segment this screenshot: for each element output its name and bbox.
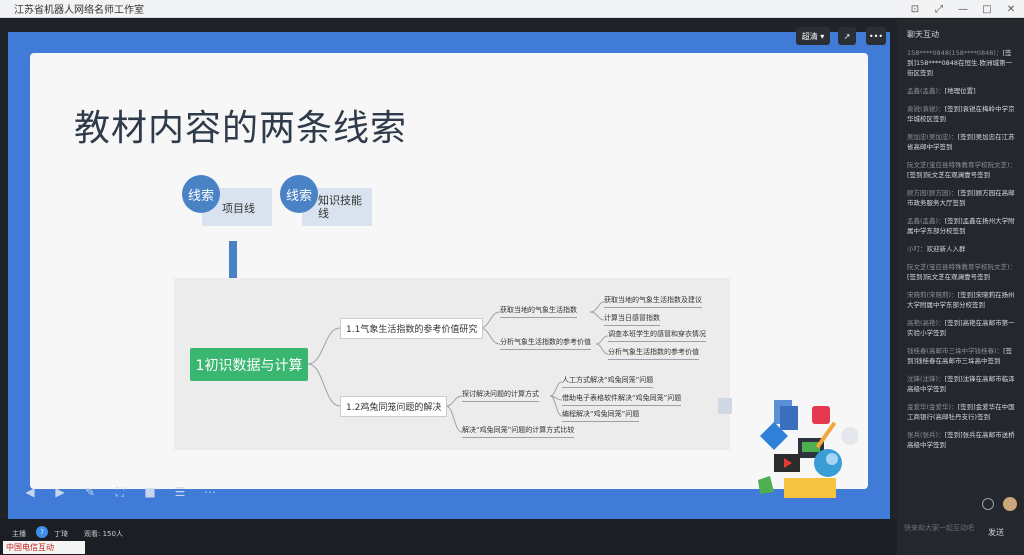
share-icon: ↗ — [843, 31, 851, 41]
branch-weather: 1.1气象生活指数的参考价值研究 — [340, 318, 484, 339]
chat-message: 孟鑫(孟鑫)：[地理位置] — [907, 86, 1018, 96]
share-button[interactable]: ↗ — [838, 27, 856, 45]
chat-input[interactable]: 快来和大家一起互动吧 — [904, 523, 974, 533]
quality-selector[interactable]: 超清 ▾ — [796, 27, 830, 45]
chat-message: 金爱华(金爱华)：[签到]金爱华在中国工商银行(高邮牡丹支行)签到 — [907, 402, 1018, 422]
branch-chicken-rabbit: 1.2鸡兔同笼问题的解决 — [340, 396, 448, 417]
window-titlebar: 江苏省机器人网络名师工作室 ⊡ ⤢ — □ ✕ — [0, 0, 1024, 18]
sub-get-index: 获取当地的气象生活指数 — [500, 305, 577, 318]
circle-label: 线索 — [285, 188, 312, 204]
maximize-button[interactable]: □ — [980, 4, 994, 15]
chat-user: 阮文芝(宝应县特殊教育学校阮文芝)： — [907, 161, 1017, 169]
chat-user: 高艳(高艳)： — [907, 319, 945, 327]
chat-user: 孟鑫(孟鑫)： — [907, 217, 945, 225]
player-dock: ◀ ▶ ✎ ⛶ ■ ☰ ⋯ — [22, 482, 218, 502]
play-icon[interactable]: ▶ — [52, 484, 68, 500]
chat-message: 吴加忠(吴加忠)：[签到]吴加忠在江苏省高邮中学签到 — [907, 132, 1018, 152]
bottom-bar — [0, 519, 897, 555]
sub-compare-methods: 解决“鸡兔同笼”问题的计算方式比较 — [462, 425, 575, 438]
sub-analyze-index: 分析气象生活指数的参考价值 — [500, 337, 591, 350]
chat-user: 阮文芝(宝应县特殊教育学校阮文芝)： — [907, 263, 1017, 271]
viewer-count: 观看: 150人 — [84, 530, 123, 538]
more-button[interactable]: ••• — [866, 27, 886, 45]
chat-text: [地理位置] — [944, 87, 976, 95]
logo-text: 中国电信互动 — [6, 543, 54, 552]
mind-map-root: 1初识数据与计算 — [190, 348, 308, 381]
chat-message: 宋晓莉(宋晓莉)：[签到]宋晓莉在扬州大学附属中学东部分校签到 — [907, 290, 1018, 310]
emoji-icon[interactable] — [982, 498, 994, 510]
chat-message: 阮文芝(宝应县特殊教育学校阮文芝)： [签到]阮文芝在观澜壹号签到 — [907, 160, 1018, 180]
chat-user: 沈锋(沈锋)： — [907, 375, 945, 383]
leaf-analyze-value: 分析气象生活指数的参考价值 — [608, 347, 699, 360]
pen-icon[interactable]: ✎ — [82, 484, 98, 500]
chat-message: 顾方园(顾方园)：[签到]顾方园在高邮市政务服务大厅签到 — [907, 188, 1018, 208]
leaf-manual: 人工方式解决“鸡兔同笼”问题 — [562, 375, 654, 388]
taskbar-logo: 中国电信互动 — [3, 541, 85, 554]
window-title: 江苏省机器人网络名师工作室 — [14, 5, 144, 16]
more-options-icon[interactable]: ⋯ — [202, 484, 218, 500]
window-controls: ⊡ ⤢ — □ ✕ — [908, 0, 1018, 18]
host-label: 主播 — [12, 530, 26, 538]
leaf-survey: 调查本班学生的感冒和穿衣情况 — [608, 329, 706, 342]
chat-user: 袁锐(袁锐)： — [907, 105, 945, 113]
host-avatar: 7 — [36, 526, 48, 538]
chat-message: 沈锋(沈锋)：[签到]沈锋在高邮市临泽高级中学签到 — [907, 374, 1018, 394]
card-label: 项目线 — [222, 202, 255, 215]
chat-user: 孟鑫(孟鑫)： — [907, 87, 945, 95]
card-label: 知识技能线 — [318, 194, 362, 220]
comment-icon[interactable]: ☰ — [172, 484, 188, 500]
send-button[interactable]: 发送 — [988, 527, 1004, 538]
chat-text: [签到]阮文芝在观澜壹号签到 — [907, 171, 991, 179]
leaf-spreadsheet: 借助电子表格软件解决“鸡兔同笼”问题 — [562, 393, 682, 406]
chat-panel: 聊天互动 158****0848(158****0848)：[签到]158***… — [897, 19, 1024, 555]
chat-message: 钱桂春(高邮市三垛中学钱桂春)：[签到]钱桂春在高邮市三垛高中签到 — [907, 346, 1018, 366]
chat-user: 钱桂春(高邮市三垛中学钱桂春)： — [907, 347, 1004, 355]
chat-user: 金爱华(金爱华)： — [907, 403, 958, 411]
chat-message: 158****0848(158****0848)：[签到]158****0848… — [907, 48, 1018, 78]
chat-message: 阮文芝(宝应县特殊教育学校阮文芝)： [签到]阮文芝在观澜壹号签到 — [907, 262, 1018, 282]
close-button[interactable]: ✕ — [1004, 4, 1018, 15]
chat-message: 小叮：欢迎新人入群 — [907, 244, 1018, 254]
more-icon: ••• — [868, 31, 884, 41]
chat-message: 孟鑫(孟鑫)：[签到]孟鑫在扬州大学附属中学东部分校签到 — [907, 216, 1018, 236]
prev-icon[interactable]: ◀ — [22, 484, 38, 500]
chat-user: 张兵(张兵)： — [907, 431, 945, 439]
chat-text: [签到]阮文芝在观澜壹号签到 — [907, 273, 991, 281]
chat-user: 158****0848(158****0848)： — [907, 49, 1003, 57]
chat-user: 吴加忠(吴加忠)： — [907, 133, 958, 141]
leaf-programming: 编程解决“鸡兔同笼”问题 — [562, 409, 640, 422]
user-avatar[interactable] — [1003, 497, 1017, 511]
minimize-button[interactable]: — — [956, 4, 970, 15]
slide-title: 教材内容的两条线索 — [74, 108, 408, 149]
clue-circle-2: 线索 — [280, 175, 318, 213]
host-name: 丁琦 — [54, 530, 68, 538]
camera-icon[interactable]: ■ — [142, 484, 158, 500]
chat-header: 聊天互动 — [907, 30, 939, 39]
screenshot-icon[interactable]: ⛶ — [112, 484, 128, 500]
pin-icon[interactable]: ⊡ — [908, 4, 922, 15]
clue-circle-1: 线索 — [182, 175, 220, 213]
chat-messages[interactable]: 158****0848(158****0848)：[签到]158****0848… — [897, 48, 1024, 450]
leaf-get-index-advice: 获取当地的气象生活指数及建议 — [604, 295, 702, 308]
mind-map: 1初识数据与计算 1.1气象生活指数的参考价值研究 1.2鸡兔同笼问题的解决 获… — [174, 278, 730, 450]
chat-message: 袁锐(袁锐)：[签到]袁锐在梅岭中学京华城校区签到 — [907, 104, 1018, 124]
chat-user: 顾方园(顾方园)： — [907, 189, 958, 197]
chat-user: 宋晓莉(宋晓莉)： — [907, 291, 958, 299]
chat-message: 高艳(高艳)：[签到]高艳在高邮市第一实验小学签到 — [907, 318, 1018, 338]
chat-text: 欢迎新人入群 — [926, 245, 966, 253]
quality-label: 超清 ▾ — [801, 31, 825, 41]
circle-label: 线索 — [187, 188, 214, 204]
leaf-cold-index: 计算当日感冒指数 — [604, 313, 660, 326]
chat-user: 小叮： — [907, 245, 927, 253]
chat-message: 张兵(张兵)：[签到]张兵在高邮市送桥高级中学签到 — [907, 430, 1018, 450]
office-tools-illustration — [718, 398, 858, 498]
sub-explore-methods: 探讨解决问题的计算方式 — [462, 389, 539, 402]
fullscreen-icon[interactable]: ⤢ — [932, 4, 946, 15]
